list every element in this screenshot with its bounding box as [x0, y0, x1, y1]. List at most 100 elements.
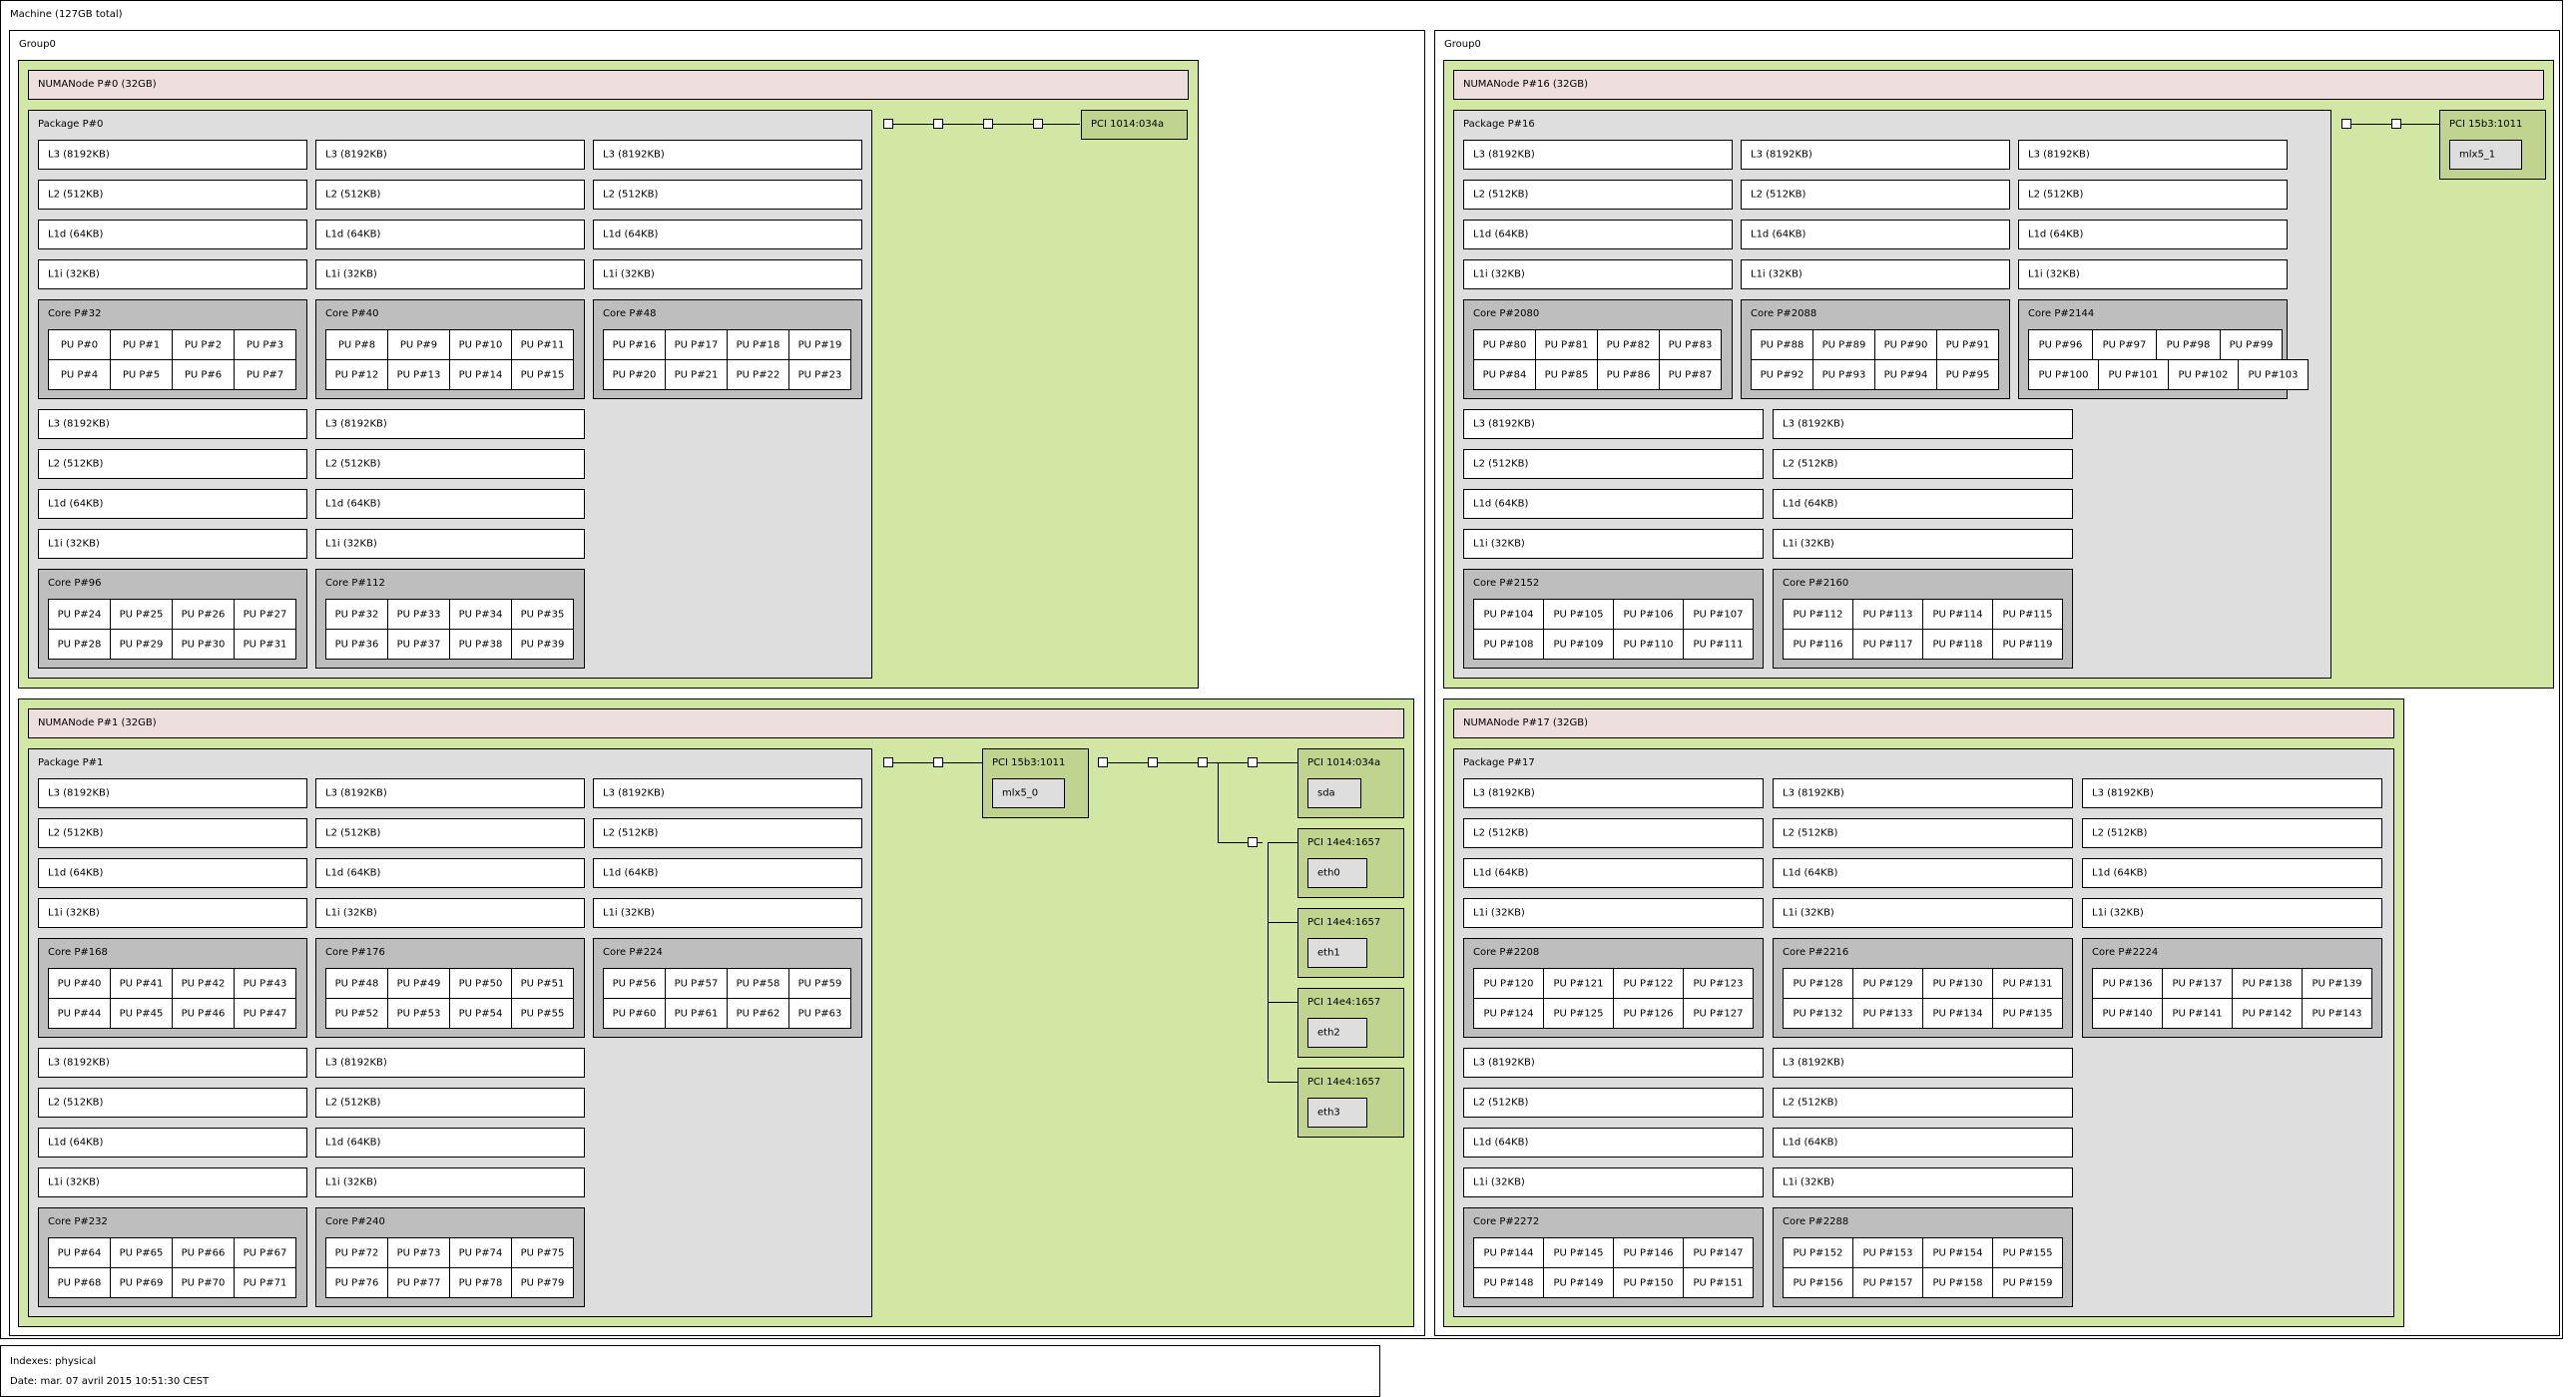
machine-label: Machine (127GB total) [10, 9, 123, 20]
package-box-label: Package P#0 [38, 119, 104, 130]
l3-cache: L3 (8192KB) [593, 140, 862, 170]
l2-cache-label: L2 (512KB) [1473, 1097, 1529, 1109]
l1i-cache-label: L1i (32KB) [603, 268, 655, 280]
l2-cache: L2 (512KB) [593, 818, 862, 848]
l1i-cache: L1i (32KB) [38, 259, 307, 289]
l2-cache-label: L2 (512KB) [1473, 189, 1529, 201]
pu-box: PU P#150 [1613, 1267, 1684, 1298]
l1i-cache-label: L1i (32KB) [2092, 907, 2144, 919]
pu-box: PU P#141 [2162, 998, 2233, 1029]
pu-box: PU P#39 [511, 629, 574, 660]
l2-cache-label: L2 (512KB) [1473, 827, 1529, 839]
pu-box: PU P#139 [2302, 968, 2372, 999]
l1d-cache-label: L1d (64KB) [48, 498, 104, 510]
pu-box-label: PU P#141 [2172, 1008, 2223, 1019]
l1i-cache: L1i (32KB) [1773, 1167, 2073, 1197]
core-box-label: Core P#2088 [1751, 308, 1817, 319]
numa-node-header: NUMANode P#17 (32GB) [1453, 708, 2394, 738]
l3-cache: L3 (8192KB) [315, 778, 585, 808]
os-device-box-label: eth3 [1317, 1107, 1340, 1119]
pu-box-label: PU P#136 [2102, 978, 2153, 989]
pu-box-label: PU P#73 [396, 1247, 441, 1258]
pu-box-label: PU P#43 [243, 978, 287, 989]
pu-box-label: PU P#67 [243, 1247, 287, 1258]
pu-box: PU P#91 [1936, 329, 1999, 360]
pu-box: PU P#24 [48, 599, 111, 630]
group-label: Group0 [1444, 39, 1481, 50]
pu-box: PU P#127 [1683, 998, 1754, 1029]
pu-box-label: PU P#0 [60, 339, 99, 350]
l1d-cache-label: L1d (64KB) [603, 229, 659, 240]
l2-cache: L2 (512KB) [315, 818, 585, 848]
pu-box-label: PU P#44 [57, 1008, 102, 1019]
pci-bridge-icon [1033, 119, 1043, 129]
core-box-label: Core P#2224 [2092, 947, 2159, 958]
pu-box: PU P#114 [1922, 599, 1993, 630]
pu-box: PU P#22 [727, 359, 789, 390]
pu-box: PU P#9 [387, 329, 450, 360]
pci-link-line [1268, 842, 1269, 1082]
l1d-cache: L1d (64KB) [38, 489, 307, 519]
pu-box: PU P#112 [1783, 599, 1853, 630]
core-box-label: Core P#112 [325, 578, 385, 589]
pu-box: PU P#155 [1992, 1237, 2063, 1268]
l1i-cache-label: L1i (32KB) [48, 907, 100, 919]
l1d-cache-label: L1d (64KB) [2028, 229, 2084, 240]
numa-node-header-label: NUMANode P#0 (32GB) [38, 79, 157, 90]
pu-box-label: PU P#131 [2002, 978, 2053, 989]
pu-box-label: PU P#48 [334, 978, 379, 989]
pu-box: PU P#123 [1683, 968, 1754, 999]
pu-box-label: PU P#132 [1793, 1008, 1843, 1019]
pu-box: PU P#16 [603, 329, 666, 360]
pu-box-label: PU P#137 [2172, 978, 2223, 989]
l3-cache-label: L3 (8192KB) [603, 149, 665, 161]
l1i-cache-label: L1i (32KB) [48, 268, 100, 280]
os-device-box: mlx5_1 [2449, 140, 2522, 170]
pu-box: PU P#133 [1852, 998, 1923, 1029]
l1d-cache-label: L1d (64KB) [1751, 229, 1806, 240]
l1i-cache: L1i (32KB) [315, 529, 585, 559]
pu-box-label: PU P#149 [1553, 1277, 1604, 1288]
core-box-label: Core P#2272 [1473, 1216, 1540, 1227]
l3-cache: L3 (8192KB) [2018, 140, 2288, 170]
pu-box: PU P#13 [387, 359, 450, 390]
pci-link-line [1268, 922, 1297, 923]
os-device-box-label: mlx5_0 [1002, 787, 1039, 799]
pu-box-label: PU P#17 [674, 339, 719, 350]
l1i-cache: L1i (32KB) [315, 259, 585, 289]
numa-node-header: NUMANode P#1 (32GB) [28, 708, 1404, 738]
l1d-cache: L1d (64KB) [38, 220, 307, 249]
pu-box-label: PU P#12 [334, 369, 379, 380]
pu-box: PU P#25 [110, 599, 173, 630]
pu-box: PU P#118 [1922, 629, 1993, 660]
pci-bridge-icon [933, 757, 943, 767]
l2-cache: L2 (512KB) [38, 180, 307, 210]
pu-box: PU P#54 [449, 998, 512, 1029]
pu-box: PU P#94 [1874, 359, 1937, 390]
l1i-cache-label: L1i (32KB) [2028, 268, 2080, 280]
pu-box-label: PU P#86 [1606, 369, 1651, 380]
l1d-cache: L1d (64KB) [2082, 858, 2382, 888]
pci-bridge-icon [1198, 757, 1208, 767]
pu-box-label: PU P#65 [119, 1247, 164, 1258]
core-box-label: Core P#96 [48, 578, 102, 589]
pu-box: PU P#5 [110, 359, 173, 390]
pu-box-label: PU P#139 [2312, 978, 2362, 989]
pu-box: PU P#36 [325, 629, 388, 660]
pu-box-label: PU P#89 [1821, 339, 1866, 350]
package-box-label: Package P#1 [38, 757, 104, 768]
pu-box: PU P#8 [325, 329, 388, 360]
pu-box: PU P#73 [387, 1237, 450, 1268]
l1d-cache: L1d (64KB) [315, 220, 585, 249]
pu-box: PU P#111 [1683, 629, 1754, 660]
pci-bridge-icon [883, 119, 893, 129]
pci-bridge-icon [2391, 119, 2401, 129]
pu-box-label: PU P#15 [520, 369, 565, 380]
pu-box-label: PU P#151 [1693, 1277, 1744, 1288]
pu-box: PU P#1 [110, 329, 173, 360]
pu-box: PU P#38 [449, 629, 512, 660]
pu-box-label: PU P#10 [458, 339, 503, 350]
pu-box-label: PU P#104 [1483, 609, 1534, 620]
pu-box: PU P#98 [2156, 329, 2221, 360]
pu-box: PU P#156 [1783, 1267, 1853, 1298]
